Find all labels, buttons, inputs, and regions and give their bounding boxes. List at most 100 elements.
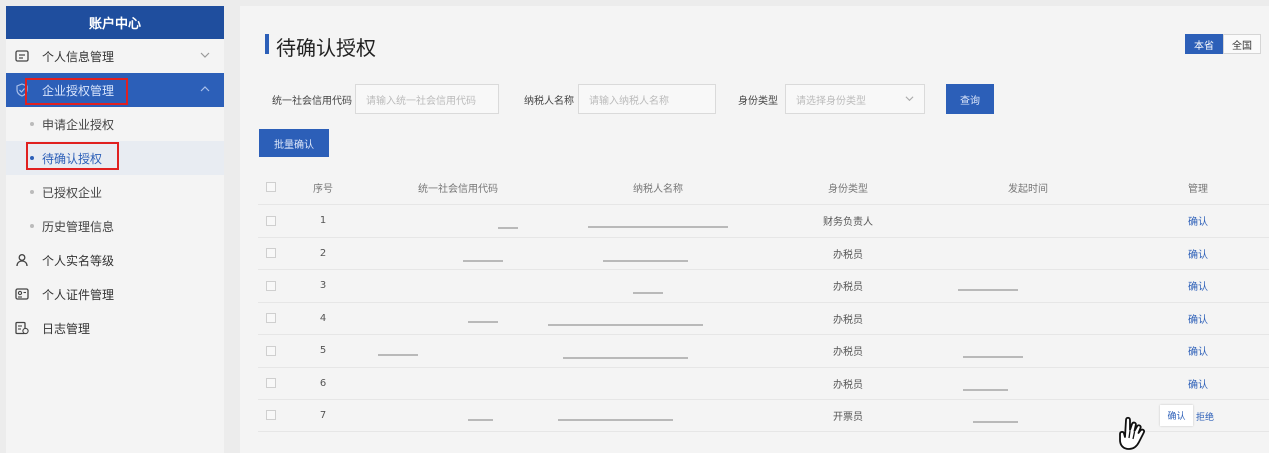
taxpayer-label: 纳税人名称 xyxy=(524,96,574,107)
row-checkbox[interactable] xyxy=(266,280,276,291)
row-identity: 开票员 xyxy=(833,411,863,423)
user-icon xyxy=(14,252,30,268)
redacted-credit-code xyxy=(468,315,498,326)
row-7-confirm-button[interactable]: 确认 xyxy=(1160,405,1193,426)
row-confirm-link[interactable]: 确认 xyxy=(1158,343,1238,358)
redacted-taxpayer xyxy=(548,318,703,329)
sidebar-subitem-history[interactable]: 历史管理信息 xyxy=(6,209,224,243)
table-row: 6 办税员 确认 xyxy=(258,366,1269,400)
sidebar-title: 账户中心 xyxy=(6,6,224,39)
redacted-credit-code xyxy=(468,413,493,424)
id-card-icon xyxy=(14,48,30,64)
col-credit-code: 统一社会信用代码 xyxy=(418,183,498,195)
row-checkbox[interactable] xyxy=(266,345,276,356)
row-confirm-link[interactable]: 确认 xyxy=(1158,278,1238,293)
row-index: 6 xyxy=(319,377,327,389)
batch-confirm-button[interactable]: 批量确认 xyxy=(259,129,329,157)
scope-national-button[interactable]: 全国 xyxy=(1223,34,1261,54)
chevron-down-icon xyxy=(905,96,914,102)
row-confirm-link[interactable]: 确认 xyxy=(1158,376,1238,391)
row-identity: 办税员 xyxy=(833,347,863,359)
pending-auth-table: 序号 统一社会信用代码 纳税人名称 身份类型 发起时间 管理 1 财务负责人 确… xyxy=(258,170,1269,432)
sidebar-item-label: 历史管理信息 xyxy=(42,219,115,234)
row-identity: 办税员 xyxy=(833,314,863,326)
row-confirm-link[interactable]: 确认 xyxy=(1158,213,1238,228)
credit-code-label: 统一社会信用代码 xyxy=(272,96,352,107)
redacted-taxpayer xyxy=(603,254,688,265)
identity-select[interactable]: 请选择身份类型 xyxy=(785,84,925,114)
redacted-time xyxy=(958,283,1018,294)
sidebar-item-label: 日志管理 xyxy=(42,321,91,336)
sidebar-item-label: 个人信息管理 xyxy=(42,49,115,64)
row-checkbox[interactable] xyxy=(266,248,276,259)
chevron-up-icon xyxy=(200,86,210,92)
hand-cursor-icon xyxy=(1119,416,1145,450)
credit-code-input[interactable]: 请输入统一社会信用代码 xyxy=(355,84,499,114)
bullet-icon xyxy=(30,224,34,228)
table-header: 序号 统一社会信用代码 纳税人名称 身份类型 发起时间 管理 xyxy=(258,170,1269,204)
col-index: 序号 xyxy=(313,183,333,195)
main-panel: 待确认授权 本省 全国 统一社会信用代码 请输入统一社会信用代码 纳税人名称 请… xyxy=(240,6,1269,453)
row-identity: 办税员 xyxy=(833,379,863,391)
sidebar-item-label: 已授权企业 xyxy=(42,185,103,200)
sidebar-item-label: 个人实名等级 xyxy=(42,253,115,268)
table-row: 3 办税员 确认 xyxy=(258,269,1269,302)
row-checkbox[interactable] xyxy=(266,313,276,324)
row-index: 5 xyxy=(319,345,327,357)
sidebar-item-label: 个人证件管理 xyxy=(42,287,115,302)
table-row: 5 办税员 确认 xyxy=(258,334,1269,367)
title-accent xyxy=(265,34,269,54)
col-manage: 管理 xyxy=(1188,183,1208,195)
table-row: 1 财务负责人 确认 xyxy=(258,204,1269,237)
table-row: 2 办税员 确认 xyxy=(258,236,1269,270)
col-taxpayer: 纳税人名称 xyxy=(633,183,683,195)
row-identity: 办税员 xyxy=(833,249,863,261)
certificate-icon xyxy=(14,286,30,302)
scope-province-button[interactable]: 本省 xyxy=(1185,34,1223,54)
row-index: 7 xyxy=(319,409,327,421)
row-checkbox[interactable] xyxy=(266,410,276,421)
identity-label: 身份类型 xyxy=(738,96,778,107)
redacted-taxpayer xyxy=(633,286,663,297)
row-identity: 财务负责人 xyxy=(823,217,873,229)
row-confirm-link[interactable]: 确认 xyxy=(1158,246,1238,261)
redacted-credit-code xyxy=(498,221,518,232)
row-checkbox[interactable] xyxy=(266,378,276,389)
row-index: 1 xyxy=(319,215,327,227)
row-index: 3 xyxy=(319,280,327,292)
row-index: 4 xyxy=(319,312,327,324)
row-checkbox[interactable] xyxy=(266,215,276,226)
sidebar-subitem-apply-auth[interactable]: 申请企业授权 xyxy=(6,107,224,141)
bullet-icon xyxy=(30,122,34,126)
redacted-credit-code xyxy=(378,348,418,359)
query-button[interactable]: 查询 xyxy=(946,84,994,114)
row-index: 2 xyxy=(319,247,327,259)
redacted-credit-code xyxy=(463,254,503,265)
credit-code-placeholder: 请输入统一社会信用代码 xyxy=(366,95,476,107)
row-confirm-link[interactable]: 确认 xyxy=(1158,311,1238,326)
chevron-down-icon xyxy=(200,52,210,58)
col-identity: 身份类型 xyxy=(828,183,868,195)
row-identity: 办税员 xyxy=(833,282,863,294)
sidebar-item-certificates[interactable]: 个人证件管理 xyxy=(6,277,224,311)
redacted-taxpayer xyxy=(558,413,673,424)
redacted-time xyxy=(973,415,1018,426)
sidebar-item-label: 申请企业授权 xyxy=(42,117,115,132)
sidebar-item-realname-level[interactable]: 个人实名等级 xyxy=(6,243,224,277)
log-icon xyxy=(14,320,30,336)
sidebar: 账户中心 个人信息管理 企业授权管理 申请企业授权 待确认授权 已授权企业 历史… xyxy=(6,6,224,453)
identity-placeholder: 请选择身份类型 xyxy=(796,95,866,107)
redacted-time xyxy=(963,350,1023,361)
select-all-checkbox[interactable] xyxy=(266,182,276,192)
sidebar-subitem-authorized[interactable]: 已授权企业 xyxy=(6,175,224,209)
row-7-reject-link[interactable]: 拒绝 xyxy=(1196,410,1214,423)
table-row: 4 办税员 确认 xyxy=(258,301,1269,335)
taxpayer-placeholder: 请输入纳税人名称 xyxy=(589,95,669,107)
redacted-taxpayer xyxy=(588,220,728,231)
sidebar-item-personal-info[interactable]: 个人信息管理 xyxy=(6,39,224,73)
highlight-box-enterprise-auth xyxy=(25,78,128,105)
sidebar-item-logs[interactable]: 日志管理 xyxy=(6,311,224,345)
bullet-icon xyxy=(30,190,34,194)
highlight-box-pending-auth xyxy=(26,142,119,170)
taxpayer-input[interactable]: 请输入纳税人名称 xyxy=(578,84,716,114)
